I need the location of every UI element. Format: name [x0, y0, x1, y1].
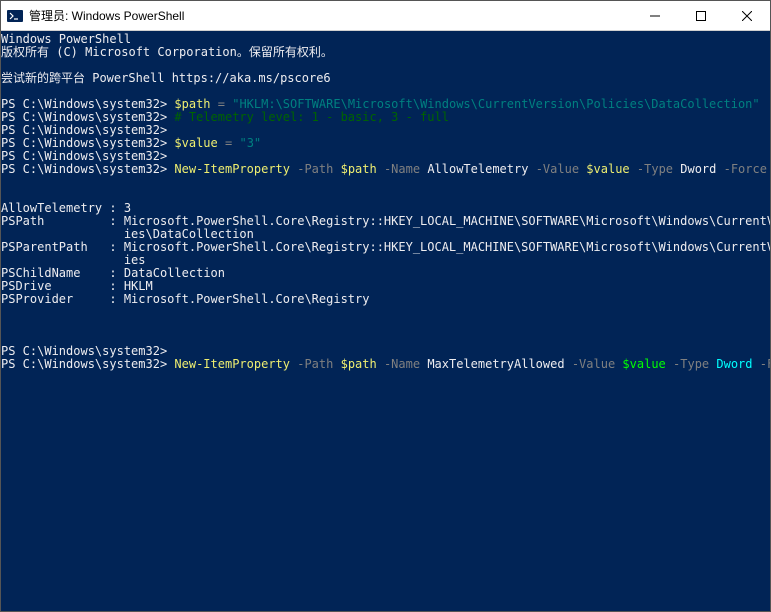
- out-allowtel-key: AllowTelemetry: [1, 201, 102, 215]
- banner-line3: 尝试新的跨平台 PowerShell https://aka.ms/pscore…: [1, 71, 331, 85]
- param-value: -Value: [572, 357, 615, 371]
- out-psdrive-val: HKLM: [124, 279, 153, 293]
- minimize-button[interactable]: [632, 1, 678, 30]
- close-button[interactable]: [724, 1, 770, 30]
- cmdlet-new-itemproperty: New-ItemProperty: [174, 162, 290, 176]
- out-pschild-key: PSChildName: [1, 266, 80, 280]
- prompt: PS C:\Windows\system32>: [1, 97, 167, 111]
- banner-line2: 版权所有 (C) Microsoft Corporation。保留所有权利。: [1, 45, 333, 59]
- out-psparent-val2: ies: [124, 253, 146, 267]
- arg-name-maxtelemetryallowed: MaxTelemetryAllowed: [427, 357, 564, 371]
- cmdlet-new-itemproperty: New-ItemProperty: [174, 357, 290, 371]
- prompt: PS C:\Windows\system32>: [1, 110, 167, 124]
- arg-type-dword: Dword: [716, 357, 752, 371]
- prompt: PS C:\Windows\system32>: [1, 123, 167, 137]
- var-path: $path: [174, 97, 210, 111]
- out-psprov-key: PSProvider: [1, 292, 73, 306]
- out-pspath-val1: Microsoft.PowerShell.Core\Registry::HKEY…: [124, 214, 770, 228]
- comment: # Telemetry level: 1 - basic, 3 - full: [174, 110, 449, 124]
- banner-line1: Windows PowerShell: [1, 32, 131, 46]
- arg-path-var: $path: [341, 357, 377, 371]
- arg-type-dword: Dword: [680, 162, 716, 176]
- param-force: -Force: [760, 357, 770, 371]
- value-string: "3": [239, 136, 261, 150]
- out-psparent-val1: Microsoft.PowerShell.Core\Registry::HKEY…: [124, 240, 770, 254]
- equals: =: [225, 136, 232, 150]
- out-pspath-val2: ies\DataCollection: [124, 227, 254, 241]
- maximize-button[interactable]: [678, 1, 724, 30]
- param-name: -Name: [384, 357, 420, 371]
- out-allowtel-val: 3: [124, 201, 131, 215]
- titlebar[interactable]: 管理员: Windows PowerShell: [1, 1, 770, 31]
- param-type: -Type: [637, 162, 673, 176]
- arg-value-var: $value: [586, 162, 629, 176]
- out-pschild-val: DataCollection: [124, 266, 225, 280]
- param-path: -Path: [297, 162, 333, 176]
- terminal-area[interactable]: Windows PowerShell 版权所有 (C) Microsoft Co…: [1, 31, 770, 611]
- arg-value-var: $value: [622, 357, 665, 371]
- param-path: -Path: [297, 357, 333, 371]
- arg-name-allowtelemetry: AllowTelemetry: [427, 162, 528, 176]
- arg-path-var: $path: [341, 162, 377, 176]
- out-psprov-val: Microsoft.PowerShell.Core\Registry: [124, 292, 370, 306]
- param-name: -Name: [384, 162, 420, 176]
- prompt: PS C:\Windows\system32>: [1, 162, 167, 176]
- out-pspath-key: PSPath: [1, 214, 44, 228]
- equals: =: [218, 97, 225, 111]
- var-value: $value: [174, 136, 217, 150]
- param-value: -Value: [536, 162, 579, 176]
- window-controls: [632, 1, 770, 30]
- prompt: PS C:\Windows\system32>: [1, 344, 167, 358]
- out-psparent-key: PSParentPath: [1, 240, 88, 254]
- prompt: PS C:\Windows\system32>: [1, 149, 167, 163]
- out-psdrive-key: PSDrive: [1, 279, 52, 293]
- prompt: PS C:\Windows\system32>: [1, 357, 167, 371]
- prompt: PS C:\Windows\system32>: [1, 136, 167, 150]
- path-string: "HKLM:\SOFTWARE\Microsoft\Windows\Curren…: [232, 97, 759, 111]
- window-title: 管理员: Windows PowerShell: [29, 7, 632, 24]
- powershell-icon: [7, 8, 23, 24]
- param-type: -Type: [673, 357, 709, 371]
- powershell-window: 管理员: Windows PowerShell Windows PowerShe…: [0, 0, 771, 612]
- param-force: -Force: [724, 162, 767, 176]
